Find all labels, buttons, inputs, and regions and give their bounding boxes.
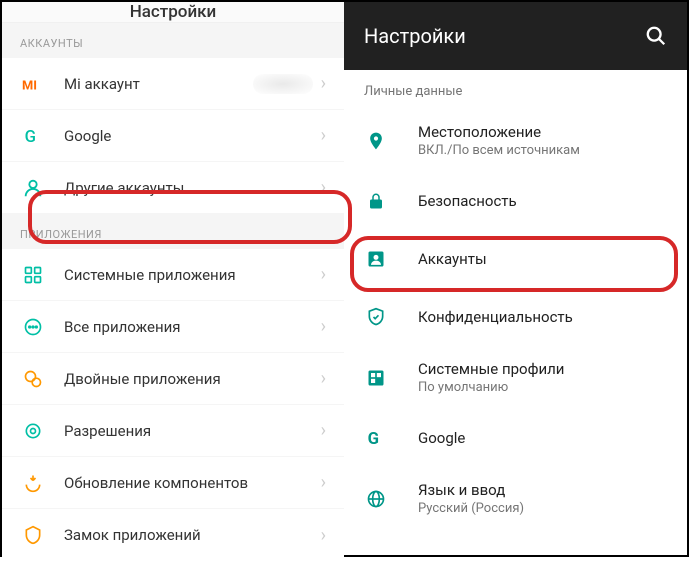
system-apps-label: Системные приложения: [64, 266, 313, 284]
shield-badge-icon: [20, 418, 46, 444]
section-personal: Личные данные: [344, 70, 687, 109]
dots-circle-icon: [20, 314, 46, 340]
chevron-right-icon: ›: [321, 525, 326, 546]
row-google[interactable]: G Google ›: [2, 110, 344, 162]
chevron-right-icon: ›: [321, 420, 326, 441]
row-app-lock[interactable]: Замок приложений ›: [2, 509, 344, 561]
page-title: Настройки: [130, 2, 217, 22]
security-label: Безопасность: [418, 192, 667, 210]
profiles-label: Системные профили: [418, 360, 667, 378]
location-pin-icon: [364, 129, 388, 153]
accounts-label: Аккаунты: [418, 250, 667, 268]
location-label: Местоположение: [418, 123, 667, 141]
row-privacy[interactable]: Конфиденциальность: [344, 288, 687, 346]
lock-icon: [364, 189, 388, 213]
google-label: Google: [64, 127, 313, 145]
shield-lock-icon: [20, 522, 46, 548]
chevron-right-icon: ›: [321, 472, 326, 493]
account-box-icon: [364, 247, 388, 271]
location-sublabel: ВКЛ./По всем источникам: [418, 143, 667, 158]
google-icon: G: [20, 123, 46, 149]
globe-icon: [364, 487, 388, 511]
row-system-apps[interactable]: Системные приложения ›: [2, 249, 344, 301]
row-other-accounts[interactable]: Другие аккаунты ›: [2, 162, 344, 214]
search-icon[interactable]: [645, 25, 667, 47]
language-sublabel: Русский (Россия): [418, 501, 667, 516]
row-language[interactable]: Язык и ввод Русский (Россия): [344, 467, 687, 530]
component-update-label: Обновление компонентов: [64, 474, 313, 492]
permissions-label: Разрешения: [64, 422, 313, 440]
person-icon: [20, 175, 46, 201]
row-permissions[interactable]: Разрешения ›: [2, 405, 344, 457]
profiles-sublabel: По умолчанию: [418, 380, 667, 395]
row-google[interactable]: G Google: [344, 409, 687, 467]
chevron-right-icon: ›: [321, 73, 326, 94]
update-icon: [20, 470, 46, 496]
dual-apps-label: Двойные приложения: [64, 370, 313, 388]
android-settings-panel: Настройки Личные данные Местоположение В…: [344, 2, 687, 555]
grid-icon: [20, 262, 46, 288]
chevron-right-icon: ›: [321, 264, 326, 285]
chevron-right-icon: ›: [321, 125, 326, 146]
mi-logo-icon: MI: [20, 71, 46, 97]
google-icon: G: [364, 426, 388, 450]
google-label: Google: [418, 429, 667, 447]
row-dual-apps[interactable]: Двойные приложения ›: [2, 353, 344, 405]
svg-text:MI: MI: [22, 78, 37, 93]
language-label: Язык и ввод: [418, 481, 667, 499]
app-lock-label: Замок приложений: [64, 526, 313, 544]
chevron-right-icon: ›: [321, 368, 326, 389]
row-all-apps[interactable]: Все приложения ›: [2, 301, 344, 353]
shield-check-icon: [364, 305, 388, 329]
page-title: Настройки: [364, 24, 645, 48]
mi-account-value-blur: [253, 74, 313, 94]
other-accounts-label: Другие аккаунты: [64, 179, 313, 197]
miui-settings-panel: Настройки АККАУНТЫ MI Mi аккаунт › G Goo…: [2, 2, 344, 555]
chevron-right-icon: ›: [321, 177, 326, 198]
row-mi-account[interactable]: MI Mi аккаунт ›: [2, 58, 344, 110]
profiles-icon: [364, 366, 388, 390]
svg-text:G: G: [25, 127, 36, 145]
dual-apps-icon: [20, 366, 46, 392]
section-accounts: АККАУНТЫ: [2, 23, 344, 58]
row-system-profiles[interactable]: Системные профили По умолчанию: [344, 346, 687, 409]
row-component-update[interactable]: Обновление компонентов ›: [2, 457, 344, 509]
row-location[interactable]: Местоположение ВКЛ./По всем источникам: [344, 109, 687, 172]
row-security[interactable]: Безопасность: [344, 172, 687, 230]
row-accounts[interactable]: Аккаунты: [344, 230, 687, 288]
chevron-right-icon: ›: [321, 316, 326, 337]
android-header: Настройки: [344, 2, 687, 70]
miui-header: Настройки: [2, 2, 344, 23]
svg-text:G: G: [368, 430, 379, 448]
all-apps-label: Все приложения: [64, 318, 313, 336]
mi-account-label: Mi аккаунт: [64, 75, 253, 93]
section-apps: ПРИЛОЖЕНИЯ: [2, 214, 344, 249]
privacy-label: Конфиденциальность: [418, 308, 667, 326]
